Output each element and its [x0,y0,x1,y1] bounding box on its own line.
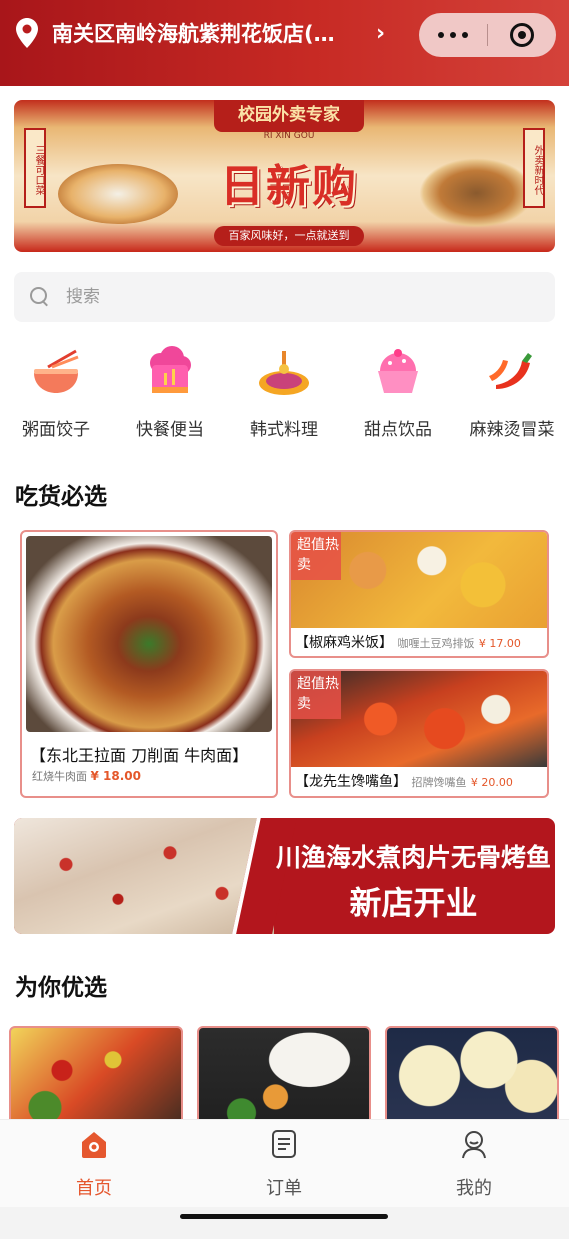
category-label: 快餐便当 [136,420,204,440]
dot-icon [450,32,456,38]
banner-slogan: 百家风味好，一点就送到 [214,226,364,246]
close-miniprogram-button[interactable] [488,13,556,57]
category-label: 粥面饺子 [22,420,90,440]
chili-icon [484,345,540,401]
location-pin-icon [16,18,38,48]
card-meta: 红烧牛肉面 ¥ 18.00 [32,768,141,784]
featured-card-large[interactable]: 【东北王拉面 刀削面 牛肉面】 红烧牛肉面 ¥ 18.00 [20,530,278,798]
korean-bbq-icon [256,345,312,401]
hot-sale-tag: 超值热卖 [291,671,341,719]
top-header: 南关区南岭海航紫荆花饭店(… › [0,0,569,86]
chef-hat-icon [142,345,198,401]
chevron-right-icon: › [376,20,386,46]
miniprogram-capsule [419,13,556,57]
tab-label: 首页 [76,1178,112,1199]
search-icon [30,287,50,307]
dot-icon [438,32,444,38]
tab-profile[interactable]: 我的 [414,1128,534,1200]
category-label: 韩式料理 [250,420,318,440]
card-dish: 红烧牛肉面 [32,770,87,783]
card-title: 【东北王拉面 刀削面 牛肉面】 [30,746,249,765]
featured-card-small[interactable]: 超值热卖 【椒麻鸡米饭】 咖喱土豆鸡排饭 ¥ 17.00 [289,530,549,658]
section-title-recommend: 为你优选 [15,975,107,1001]
category-label: 麻辣烫冒菜 [469,420,555,440]
card-title-line: 【龙先生馋嘴鱼】 招牌馋嘴鱼 ¥ 20.00 [295,771,513,791]
card-dish: 咖喱土豆鸡排饭 [397,637,475,650]
banner-ribbon-sub: RI XIN GOU [263,131,315,141]
bottom-tab-bar: 首页 订单 我的 [0,1119,569,1207]
order-icon [268,1128,300,1160]
location-selector[interactable]: 南关区南岭海航紫荆花饭店(… › [16,16,385,50]
card-price: ¥ 20.00 [470,776,513,789]
profile-icon [458,1128,490,1160]
home-indicator[interactable] [180,1214,388,1219]
category-grid: 粥面饺子 快餐便当 韩式料理 甜点饮品 麻辣烫冒菜 [0,345,569,445]
banner-left-scroll: 三餐可口菜 [24,128,46,208]
dot-icon [462,32,468,38]
card-price: ¥ 18.00 [90,769,141,783]
bottom-safe-area [0,1207,569,1239]
card-title: 【龙先生馋嘴鱼】 [295,774,407,790]
category-item[interactable]: 麻辣烫冒菜 [462,345,562,440]
banner-title: 日新购 [220,161,358,212]
section-title-picks: 吃货必选 [15,484,107,510]
category-item[interactable]: 甜点饮品 [348,345,448,440]
noodle-bowl-icon [28,345,84,401]
tab-label: 订单 [266,1178,302,1199]
search-input[interactable] [66,287,466,307]
tab-home[interactable]: 首页 [34,1128,154,1200]
location-text: 南关区南岭海航紫荆花饭店(… [52,22,335,46]
hero-banner[interactable]: 校园外卖专家 RI XIN GOU 三餐可口菜 外卖新时代 日新购 百家风味好，… [14,100,555,252]
tab-label: 我的 [456,1178,492,1199]
category-item[interactable]: 韩式料理 [234,345,334,440]
banner-ribbon: 校园外卖专家 [214,100,364,132]
featured-card-small[interactable]: 超值热卖 【龙先生馋嘴鱼】 招牌馋嘴鱼 ¥ 20.00 [289,669,549,798]
card-price: ¥ 17.00 [478,637,521,650]
more-options-button[interactable] [419,13,487,57]
food-plate-image [58,164,178,224]
hot-sale-tag: 超值热卖 [291,532,341,580]
home-icon [78,1128,110,1160]
beef-noodle-image [26,536,272,732]
banner-right-scroll: 外卖新时代 [523,128,545,208]
promo-banner[interactable]: 川渔海水煮肉片无骨烤鱼 新店开业 [14,818,555,934]
category-item[interactable]: 粥面饺子 [6,345,106,440]
card-dish: 招牌馋嘴鱼 [411,776,467,789]
cupcake-icon [370,345,426,401]
hotpot-image [419,158,534,228]
promo-subtitle: 新店开业 [349,884,478,922]
promo-title: 川渔海水煮肉片无骨烤鱼 [275,843,551,872]
target-icon [510,23,534,47]
tab-orders[interactable]: 订单 [224,1128,344,1200]
search-bar[interactable] [14,272,555,322]
category-item[interactable]: 快餐便当 [120,345,220,440]
card-title-line: 【椒麻鸡米饭】 咖喱土豆鸡排饭 ¥ 17.00 [295,632,521,652]
card-title: 【椒麻鸡米饭】 [295,635,393,651]
category-label: 甜点饮品 [364,420,432,440]
